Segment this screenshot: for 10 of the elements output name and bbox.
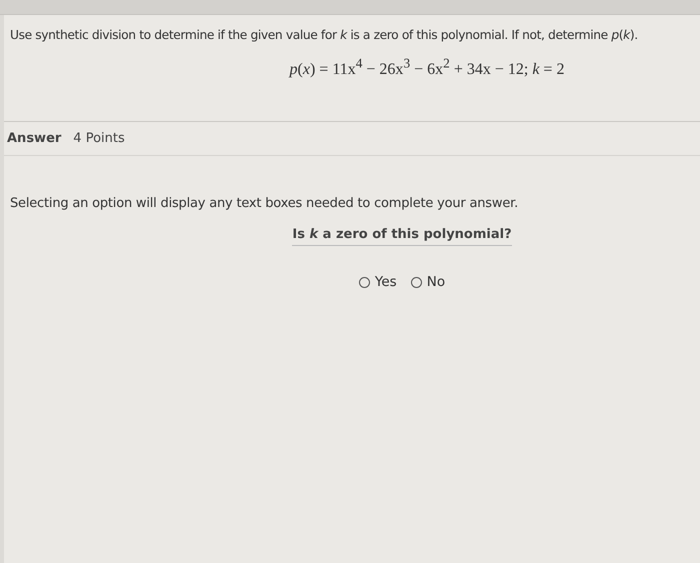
points-label: 4 Points bbox=[73, 131, 125, 146]
polynomial-equation: p(x) = 11x$^{4}$ − 26x$^{3}$ − 6x$^{2}$ + 34x − 12; k = 2 bbox=[290, 56, 564, 80]
answer-label: Answer bbox=[7, 131, 62, 146]
radio-button[interactable] bbox=[358, 276, 370, 288]
instruction-text: Selecting an option will display any text boxes needed to complete your answer. bbox=[10, 196, 519, 211]
radio-button[interactable] bbox=[410, 276, 422, 288]
option-label[interactable]: Yes bbox=[374, 274, 397, 290]
option-label[interactable]: No bbox=[426, 274, 446, 290]
answer-question: Is k a zero of this polynomial? bbox=[292, 227, 512, 246]
question-prompt: Use synthetic division to determine if the given value for k is a zero of this polynomial. If not, determine p(k). bbox=[10, 27, 638, 44]
